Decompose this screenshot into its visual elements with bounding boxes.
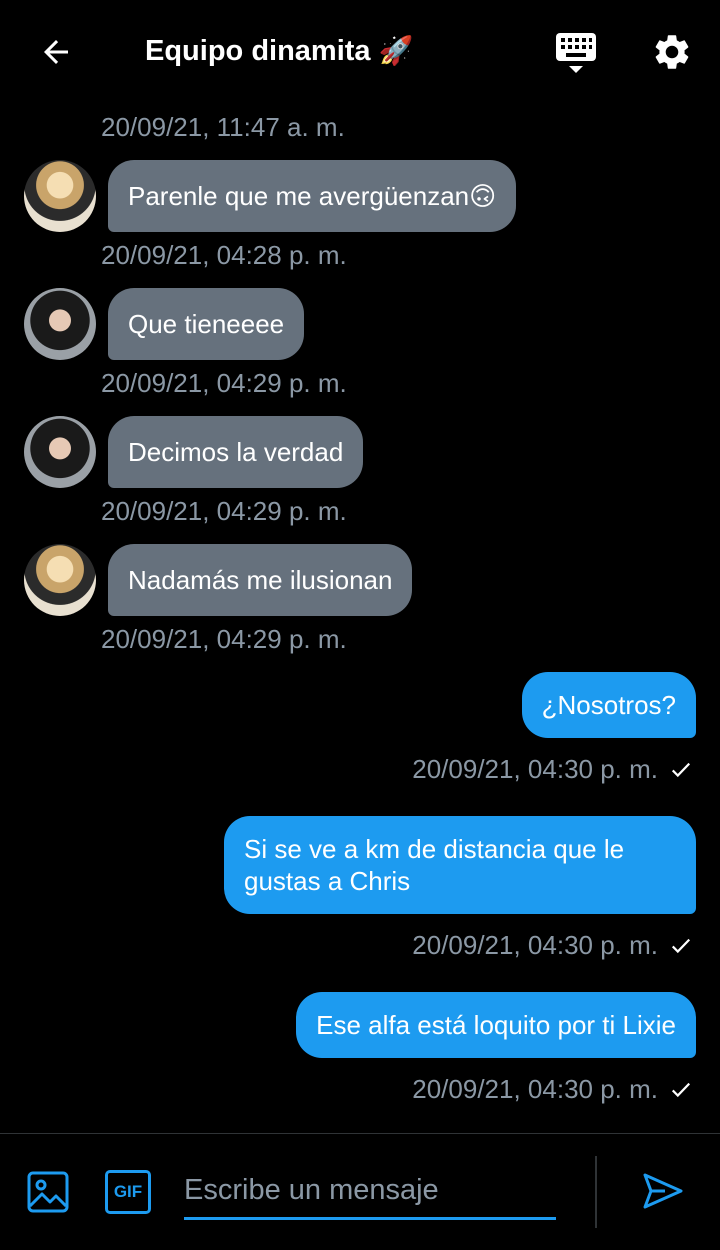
- image-icon: [27, 1171, 69, 1213]
- message-text: Parenle que me avergüenzan🙃: [128, 180, 497, 211]
- message-text: Ese alfa está loquito por ti Lixie: [316, 1010, 676, 1040]
- add-image-button[interactable]: [26, 1170, 70, 1214]
- sent-check-icon: [671, 938, 691, 953]
- message-text: Si se ve a km de distancia que le gustas…: [244, 834, 625, 896]
- incoming-message-bubble[interactable]: Parenle que me avergüenzan🙃: [108, 160, 517, 232]
- keyboard-toggle-button[interactable]: [552, 28, 600, 76]
- gear-icon: [655, 35, 689, 69]
- message-timestamp: 20/09/21, 04:28 p. m.: [101, 240, 347, 270]
- message-status: 20/09/21, 04:30 p. m.: [412, 930, 692, 961]
- incoming-message-bubble[interactable]: Decimos la verdad: [108, 416, 364, 488]
- chat-header: Equipo dinamita 🚀: [0, 0, 720, 104]
- avatar[interactable]: [24, 160, 96, 232]
- message-text: Decimos la verdad: [128, 436, 344, 467]
- outgoing-message-bubble[interactable]: ¿Nosotros?: [521, 672, 696, 738]
- sent-check-icon: [671, 762, 691, 777]
- message-text: Que tieneeee: [128, 308, 285, 339]
- avatar[interactable]: [24, 544, 96, 616]
- incoming-message-bubble[interactable]: Nadamás me ilusionan: [108, 544, 413, 616]
- message-timestamp: 20/09/21, 04:29 p. m.: [101, 368, 347, 398]
- message-text: Nadamás me ilusionan: [128, 564, 393, 595]
- gif-label: GIF: [113, 1182, 143, 1201]
- message-timestamp: 20/09/21, 04:30 p. m.: [412, 1074, 658, 1104]
- keyboard-icon: [556, 33, 596, 73]
- message-timestamp: 20/09/21, 04:29 p. m.: [101, 624, 347, 654]
- message-timestamp: 20/09/21, 04:29 p. m.: [101, 496, 347, 526]
- send-icon: [643, 1173, 683, 1209]
- outgoing-message-bubble[interactable]: Si se ve a km de distancia que le gustas…: [224, 816, 696, 914]
- message-input[interactable]: [184, 1164, 556, 1220]
- avatar[interactable]: [24, 416, 96, 488]
- conversation-title-text: Equipo dinamita: [145, 35, 371, 67]
- outgoing-message-bubble[interactable]: Ese alfa está loquito por ti Lixie: [296, 992, 696, 1058]
- message-list[interactable]: 20/09/21, 11:47 a. m. Parenle que me ave…: [0, 104, 720, 1134]
- message-status: 20/09/21, 04:30 p. m.: [412, 1074, 692, 1105]
- sent-check-icon: [671, 1082, 691, 1097]
- back-arrow-icon: [44, 40, 68, 64]
- avatar[interactable]: [24, 288, 96, 360]
- message-text: ¿Nosotros?: [541, 690, 676, 720]
- message-composer: GIF: [0, 1133, 720, 1250]
- rocket-emoji: 🚀: [378, 35, 414, 66]
- conversation-title: Equipo dinamita 🚀: [145, 34, 413, 68]
- settings-button[interactable]: [648, 28, 696, 76]
- incoming-message-bubble[interactable]: Que tieneeee: [108, 288, 305, 360]
- message-status: 20/09/21, 04:30 p. m.: [412, 754, 692, 785]
- back-button[interactable]: [34, 30, 78, 74]
- message-timestamp: 20/09/21, 04:30 p. m.: [412, 930, 658, 960]
- message-timestamp: 20/09/21, 11:47 a. m.: [101, 112, 345, 142]
- composer-divider: [595, 1156, 597, 1228]
- add-gif-button[interactable]: GIF: [105, 1170, 151, 1214]
- message-timestamp: 20/09/21, 04:30 p. m.: [412, 754, 658, 784]
- send-button[interactable]: [640, 1168, 686, 1214]
